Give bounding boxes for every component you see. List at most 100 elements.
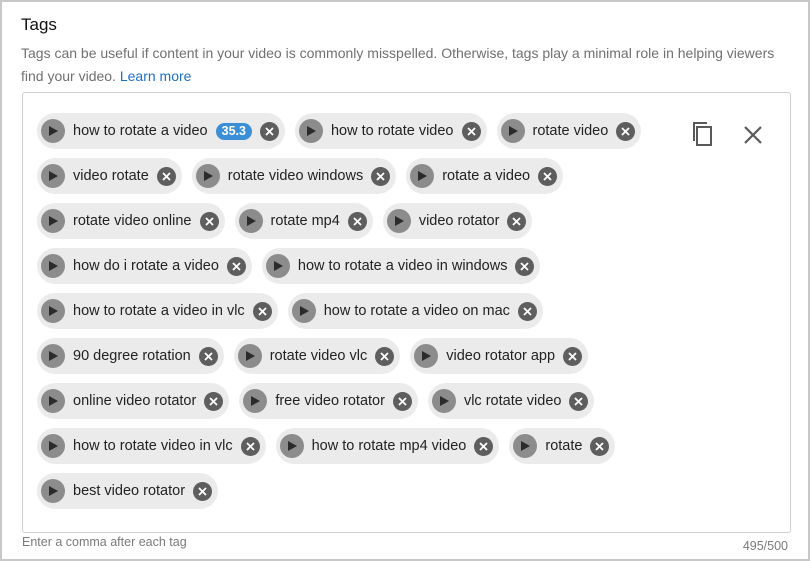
video-thumbnail-icon xyxy=(195,164,220,188)
video-thumbnail-icon xyxy=(513,434,538,458)
video-thumbnail-icon xyxy=(431,389,456,413)
video-thumbnail-icon xyxy=(41,209,65,233)
tag-label: how to rotate a video in vlc xyxy=(73,303,245,319)
clear-all-button[interactable] xyxy=(742,124,764,146)
tag-label: online video rotator xyxy=(73,393,197,409)
remove-tag-icon[interactable] xyxy=(226,256,246,276)
tag-chip[interactable]: rotate video vlc xyxy=(233,338,401,374)
tag-label: how do i rotate a video xyxy=(73,258,219,274)
tag-chip[interactable]: how to rotate a video on mac xyxy=(287,293,543,329)
video-thumbnail-icon xyxy=(41,119,65,143)
remove-tag-icon[interactable] xyxy=(461,121,481,141)
tag-chip[interactable]: how to rotate video in vlc xyxy=(37,428,266,464)
remove-tag-icon[interactable] xyxy=(259,121,279,141)
tag-chip-list: how to rotate a video 35.3 how to rotate v… xyxy=(37,113,687,509)
tag-label: how to rotate video in vlc xyxy=(73,438,233,454)
remove-tag-icon[interactable] xyxy=(517,301,537,321)
remove-tag-icon[interactable] xyxy=(392,391,412,411)
video-thumbnail-icon xyxy=(238,209,263,233)
tag-chip[interactable]: online video rotator xyxy=(37,383,230,419)
tag-label: vlc rotate video xyxy=(463,393,562,409)
tag-label: rotate video vlc xyxy=(269,348,368,364)
remove-tag-icon[interactable] xyxy=(156,166,176,186)
tag-label: best video rotator xyxy=(73,483,186,499)
remove-tag-icon[interactable] xyxy=(515,256,535,276)
remove-tag-icon[interactable] xyxy=(240,436,260,456)
remove-tag-icon[interactable] xyxy=(507,211,527,231)
video-thumbnail-icon xyxy=(41,299,65,323)
section-title: Tags xyxy=(21,15,57,34)
remove-tag-icon[interactable] xyxy=(590,436,610,456)
tag-chip[interactable]: video rotator xyxy=(382,203,533,239)
copy-button[interactable] xyxy=(690,120,716,148)
remove-tag-icon[interactable] xyxy=(474,436,494,456)
tag-chip[interactable]: free video rotator xyxy=(239,383,418,419)
tag-score-badge: 35.3 xyxy=(215,122,252,140)
remove-tag-icon[interactable] xyxy=(538,166,558,186)
tag-chip[interactable]: rotate video xyxy=(496,113,642,149)
tag-label: 90 degree rotation xyxy=(73,348,191,364)
video-thumbnail-icon xyxy=(414,344,439,368)
character-counter: 495/500 xyxy=(742,539,788,553)
remove-tag-icon[interactable] xyxy=(204,391,224,411)
tag-chip[interactable]: how do i rotate a video xyxy=(37,248,252,284)
video-thumbnail-icon xyxy=(41,389,65,413)
tag-label: how to rotate a video on mac xyxy=(323,303,510,319)
tag-label: rotate mp4 xyxy=(270,213,340,229)
tag-chip[interactable]: video rotate xyxy=(37,158,182,194)
remove-tag-icon[interactable] xyxy=(199,211,219,231)
tag-label: video rotate xyxy=(73,168,149,184)
tag-chip[interactable]: rotate xyxy=(509,428,616,464)
tag-chip[interactable]: how to rotate mp4 video xyxy=(275,428,500,464)
video-thumbnail-icon xyxy=(298,119,323,143)
tag-label: rotate xyxy=(545,438,583,454)
tag-label: free video rotator xyxy=(275,393,385,409)
video-thumbnail-icon xyxy=(41,479,65,503)
remove-tag-icon[interactable] xyxy=(616,121,636,141)
tag-chip[interactable]: rotate video online xyxy=(37,203,225,239)
tag-label: video rotator app xyxy=(446,348,556,364)
video-thumbnail-icon xyxy=(41,254,65,278)
remove-tag-icon[interactable] xyxy=(569,391,589,411)
close-icon xyxy=(744,126,762,144)
video-thumbnail-icon xyxy=(237,344,262,368)
remove-tag-icon[interactable] xyxy=(198,346,218,366)
tag-chip[interactable]: how to rotate video xyxy=(294,113,487,149)
tag-chip[interactable]: video rotator app xyxy=(410,338,589,374)
tag-chip[interactable]: best video rotator xyxy=(37,473,219,509)
tags-input-box[interactable]: how to rotate a video 35.3 how to rotate v… xyxy=(22,92,791,533)
tag-label: how to rotate video xyxy=(330,123,454,139)
video-thumbnail-icon xyxy=(41,164,65,188)
tag-label: how to rotate a video in windows xyxy=(297,258,508,274)
tags-hint: Enter a comma after each tag xyxy=(22,535,187,549)
section-description: Tags can be useful if content in your vi… xyxy=(21,42,781,88)
tag-label: rotate video windows xyxy=(227,168,364,184)
tag-chip[interactable]: how to rotate a video in vlc xyxy=(37,293,278,329)
tag-label: rotate video xyxy=(532,123,609,139)
remove-tag-icon[interactable] xyxy=(563,346,583,366)
video-thumbnail-icon xyxy=(41,344,65,368)
tag-label: how to rotate mp4 video xyxy=(311,438,467,454)
tag-label: rotate a video xyxy=(442,168,531,184)
remove-tag-icon[interactable] xyxy=(375,346,395,366)
tag-chip[interactable]: vlc rotate video xyxy=(427,383,595,419)
learn-more-link[interactable]: Learn more xyxy=(120,68,192,84)
tag-chip[interactable]: 90 degree rotation xyxy=(37,338,224,374)
video-thumbnail-icon xyxy=(41,434,65,458)
tag-chip[interactable]: rotate video windows xyxy=(191,158,397,194)
tag-label: how to rotate a video xyxy=(73,123,208,139)
video-thumbnail-icon xyxy=(500,119,525,143)
video-thumbnail-icon xyxy=(279,434,304,458)
remove-tag-icon[interactable] xyxy=(193,481,213,501)
remove-tag-icon[interactable] xyxy=(371,166,391,186)
tag-chip[interactable]: how to rotate a video 35.3 xyxy=(37,113,285,149)
tags-panel: Tags Tags can be useful if content in yo… xyxy=(0,0,810,561)
tag-chip[interactable]: rotate mp4 xyxy=(234,203,373,239)
remove-tag-icon[interactable] xyxy=(252,301,272,321)
remove-tag-icon[interactable] xyxy=(347,211,367,231)
video-thumbnail-icon xyxy=(291,299,316,323)
copy-icon xyxy=(693,122,712,146)
tag-chip[interactable]: how to rotate a video in windows xyxy=(261,248,541,284)
tag-chip[interactable]: rotate a video xyxy=(406,158,564,194)
tag-label: rotate video online xyxy=(73,213,192,229)
